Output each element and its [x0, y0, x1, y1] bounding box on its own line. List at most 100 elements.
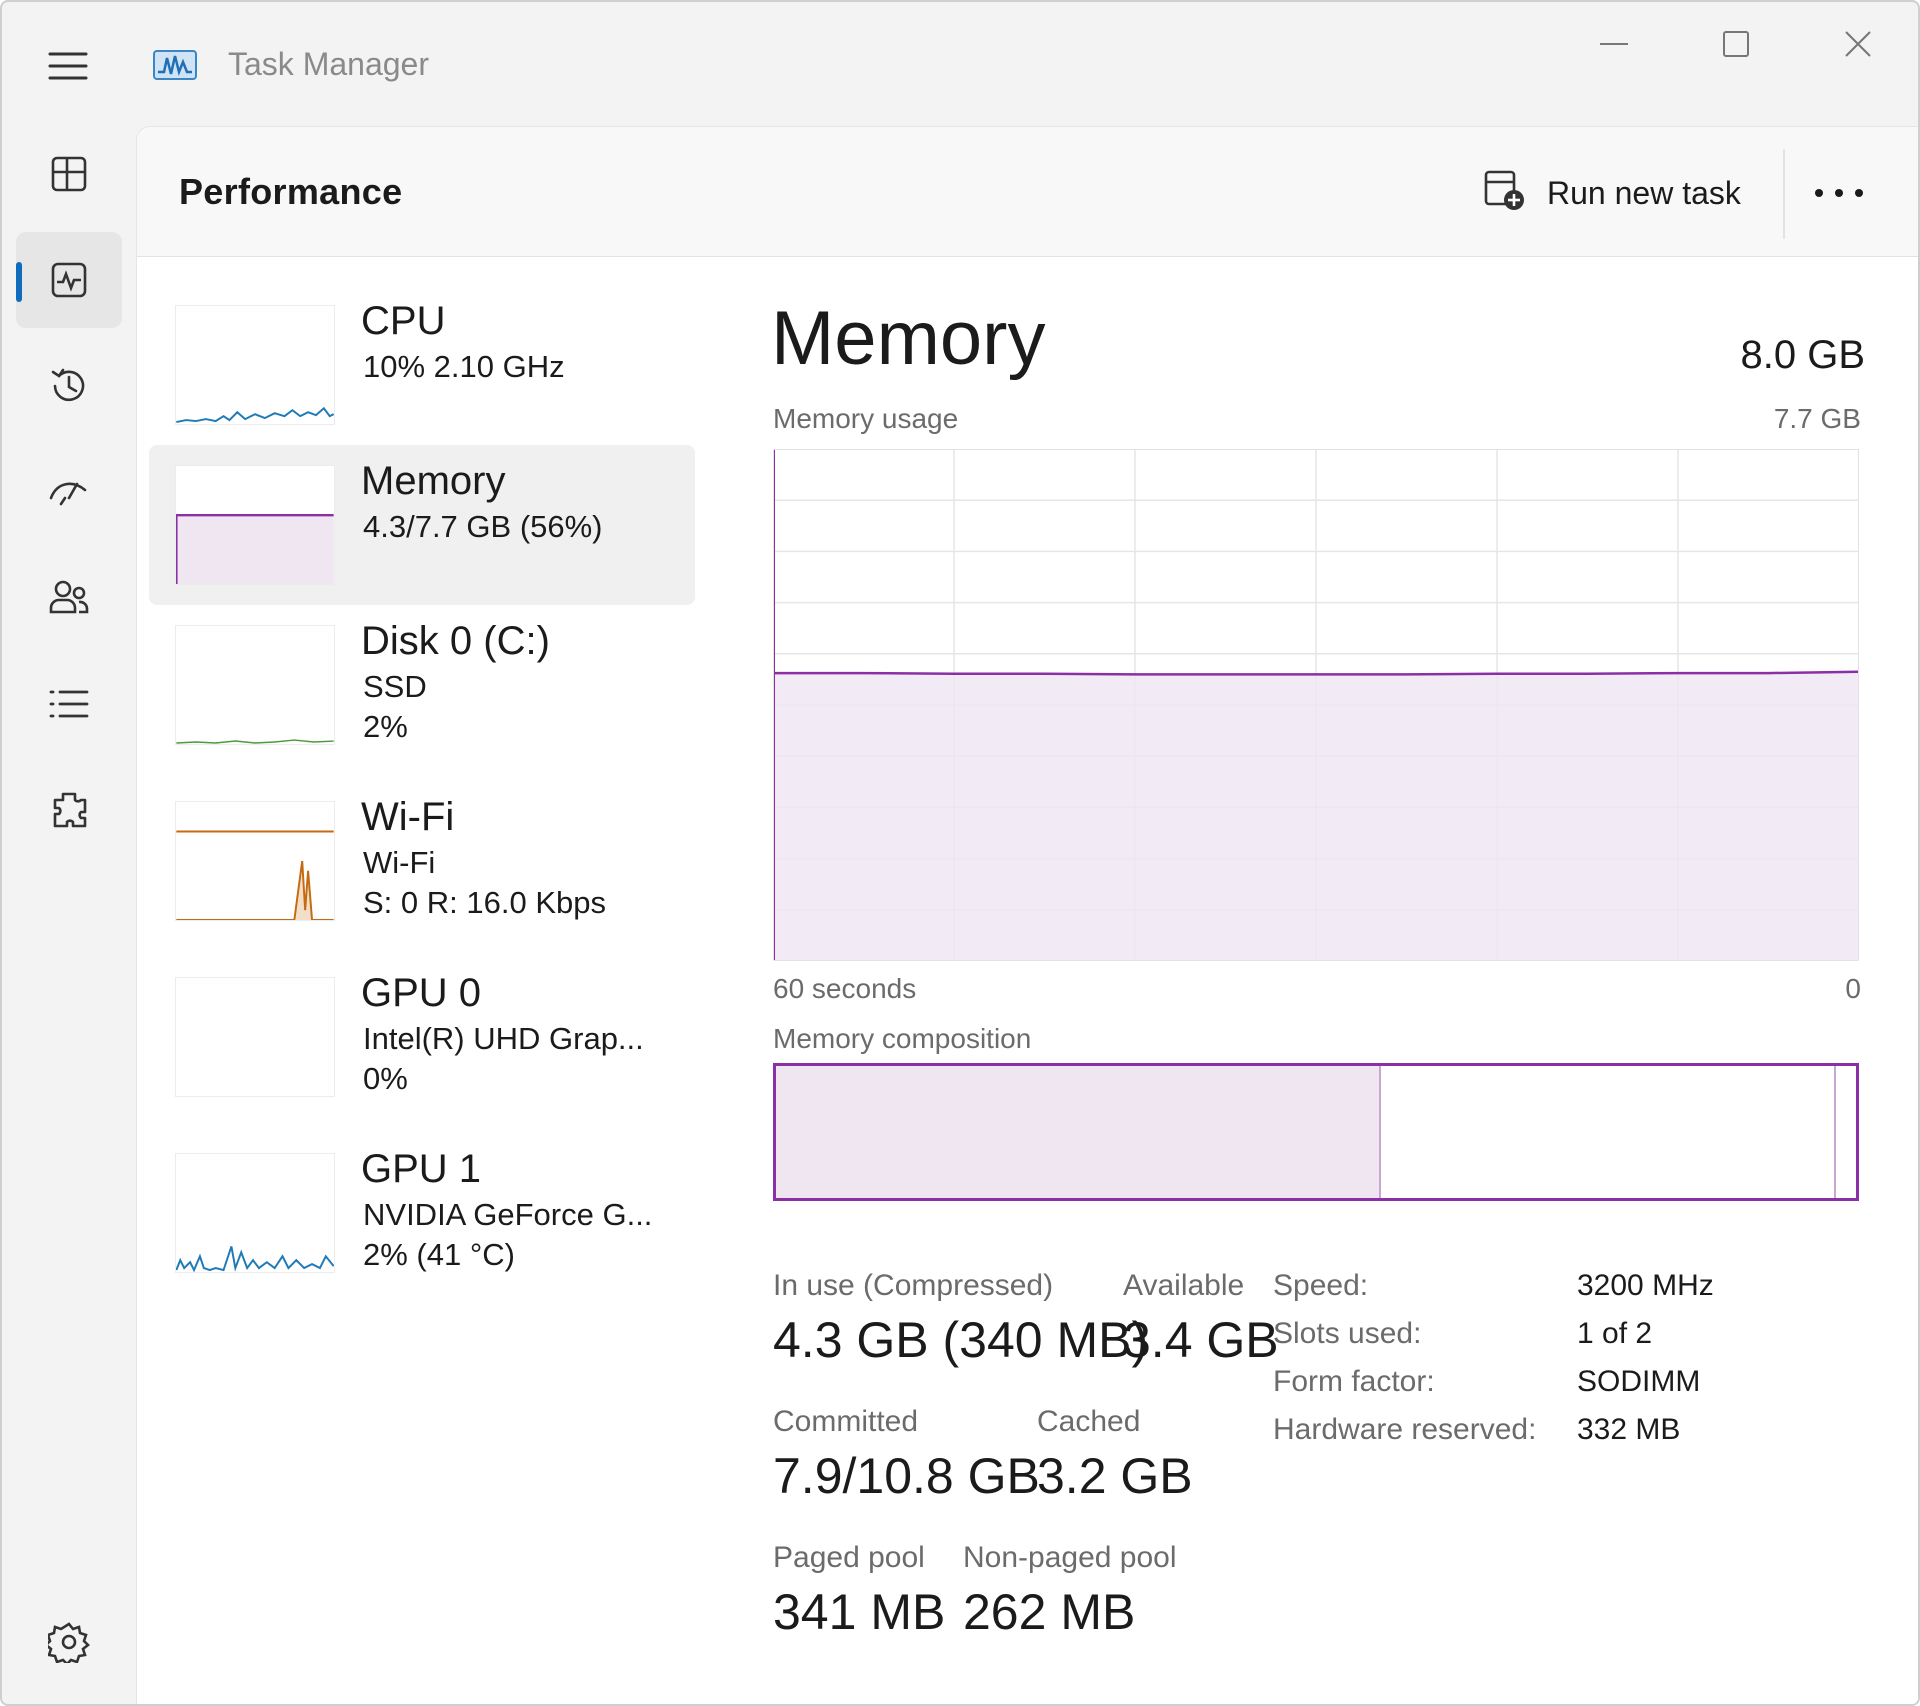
cpu-sparkline	[175, 305, 335, 425]
nav-services[interactable]	[16, 762, 122, 858]
memory-usage-graph	[773, 449, 1859, 961]
gpu0-sparkline	[175, 977, 335, 1097]
slots-used-key: Slots used:	[1273, 1317, 1422, 1350]
performance-icon	[51, 262, 87, 298]
device-item-wifi[interactable]: Wi-Fi Wi-Fi S: 0 R: 16.0 Kbps	[149, 781, 695, 941]
available-label: Available	[1123, 1269, 1245, 1302]
maximize-button[interactable]	[1706, 22, 1766, 66]
content-area: Performance Run new task CPU 10% 2.10 GH…	[136, 126, 1918, 1704]
memory-title: Memory	[771, 296, 1046, 381]
wifi-sparkline	[175, 801, 335, 921]
memory-composition-bar	[773, 1063, 1859, 1201]
device-name: CPU	[361, 299, 446, 343]
minimize-button[interactable]	[1584, 22, 1644, 66]
app-history-icon	[51, 368, 85, 402]
nav-settings[interactable]	[16, 1594, 122, 1690]
minimize-icon	[1600, 43, 1628, 45]
available-value: 3.4 GB	[1123, 1312, 1279, 1368]
form-factor-value: SODIMM	[1577, 1365, 1701, 1398]
maximize-icon	[1723, 31, 1749, 57]
startup-apps-icon	[49, 482, 87, 506]
device-name: Memory	[361, 459, 506, 503]
hamburger-menu-icon[interactable]	[46, 44, 90, 88]
memory-usage-label: Memory usage	[773, 403, 959, 434]
device-item-disk[interactable]: Disk 0 (C:) SSD 2%	[149, 605, 695, 765]
paged-pool-value: 341 MB	[773, 1584, 946, 1640]
hardware-reserved-key: Hardware reserved:	[1273, 1413, 1537, 1446]
non-paged-pool-label: Non-paged pool	[963, 1541, 1177, 1574]
hardware-reserved-value: 332 MB	[1577, 1413, 1681, 1446]
more-icon	[1815, 189, 1823, 197]
nav-details[interactable]	[16, 656, 122, 752]
users-icon	[49, 580, 89, 614]
more-options-button[interactable]	[1809, 171, 1873, 215]
header-divider	[1783, 149, 1785, 239]
more-icon-dot	[1855, 189, 1863, 197]
task-manager-logo-icon	[152, 48, 198, 84]
device-detail: 2% (41 °C)	[363, 1237, 515, 1272]
device-detail: Wi-Fi	[363, 845, 436, 880]
gpu1-sparkline	[175, 1153, 335, 1273]
composition-standby-marker	[1834, 1066, 1837, 1198]
composition-in-use	[776, 1066, 1381, 1198]
device-detail: S: 0 R: 16.0 Kbps	[363, 885, 606, 920]
device-detail: 10% 2.10 GHz	[363, 349, 565, 384]
device-item-gpu1[interactable]: GPU 1 NVIDIA GeForce G... 2% (41 °C)	[149, 1133, 695, 1293]
device-item-cpu[interactable]: CPU 10% 2.10 GHz	[149, 285, 695, 445]
close-button[interactable]	[1828, 22, 1888, 66]
selected-indicator	[16, 262, 22, 302]
nav-processes[interactable]	[16, 126, 122, 222]
app-title: Task Manager	[228, 46, 429, 82]
disk-sparkline	[175, 625, 335, 745]
paged-pool-label: Paged pool	[773, 1541, 925, 1574]
nav-performance[interactable]	[16, 232, 122, 328]
committed-value: 7.9/10.8 GB	[773, 1448, 1040, 1504]
nav-users[interactable]	[16, 550, 122, 646]
memory-usage-max: 7.7 GB	[1773, 403, 1861, 434]
device-item-memory[interactable]: Memory 4.3/7.7 GB (56%)	[149, 445, 695, 605]
nav-app-history[interactable]	[16, 338, 122, 434]
device-name: Wi-Fi	[361, 795, 455, 839]
device-item-gpu0[interactable]: GPU 0 Intel(R) UHD Grap... 0%	[149, 957, 695, 1117]
x-axis-right-label: 0	[1845, 973, 1861, 1004]
device-name: GPU 0	[361, 971, 482, 1015]
details-icon	[49, 690, 89, 718]
navigation-rail	[2, 126, 136, 1704]
run-new-task-icon	[1484, 170, 1524, 210]
device-name: GPU 1	[361, 1147, 482, 1191]
device-name: Disk 0 (C:)	[361, 619, 550, 663]
page-header: Performance Run new task	[137, 127, 1918, 257]
device-detail: 4.3/7.7 GB (56%)	[363, 509, 603, 544]
x-axis-left-label: 60 seconds	[773, 973, 917, 1004]
task-manager-window: Task Manager Performance Run new task CP…	[0, 0, 1920, 1706]
title-bar: Task Manager	[2, 2, 1918, 126]
memory-total: 8.0 GB	[1740, 333, 1865, 377]
run-new-task-button[interactable]: Run new task	[1483, 157, 1763, 227]
more-icon-dot	[1835, 189, 1843, 197]
processes-icon	[51, 156, 87, 192]
memory-sparkline	[175, 465, 335, 585]
slots-used-value: 1 of 2	[1577, 1317, 1653, 1350]
device-detail: 2%	[363, 709, 408, 744]
page-title: Performance	[179, 171, 403, 212]
settings-icon	[48, 1622, 90, 1663]
committed-label: Committed	[773, 1405, 919, 1438]
cached-value: 3.2 GB	[1037, 1448, 1193, 1504]
non-paged-pool-value: 262 MB	[963, 1584, 1136, 1640]
services-icon	[53, 792, 87, 828]
nav-startup-apps[interactable]	[16, 444, 122, 540]
device-detail: NVIDIA GeForce G...	[363, 1197, 653, 1232]
cached-label: Cached	[1037, 1405, 1141, 1438]
form-factor-key: Form factor:	[1273, 1365, 1435, 1398]
speed-key: Speed:	[1273, 1269, 1369, 1302]
device-detail: SSD	[363, 669, 427, 704]
memory-composition-label: Memory composition	[773, 1023, 1032, 1054]
speed-value: 3200 MHz	[1577, 1269, 1714, 1302]
run-new-task-label: Run new task	[1547, 175, 1741, 211]
in-use-value: 4.3 GB (340 MB)	[773, 1312, 1149, 1368]
device-detail: Intel(R) UHD Grap...	[363, 1021, 644, 1056]
close-icon	[1845, 31, 1871, 57]
device-detail: 0%	[363, 1061, 408, 1096]
performance-main: CPU 10% 2.10 GHz Memory 4.3/7.7 GB (56%)…	[137, 257, 1918, 1704]
usage-area-fill	[773, 671, 1859, 961]
